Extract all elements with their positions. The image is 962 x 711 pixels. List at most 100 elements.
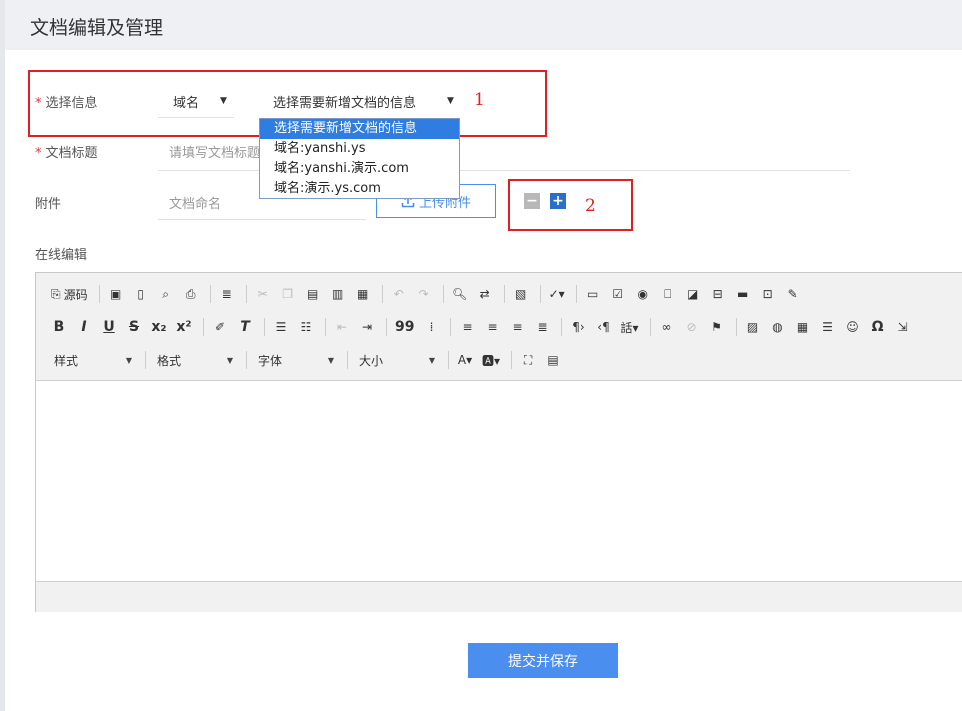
smiley-icon[interactable]: ☺ [842,316,864,338]
size-combo[interactable]: 大小 ▼ [353,349,439,371]
align-left-icon[interactable]: ≡ [456,316,478,338]
styles-combo[interactable]: 样式 ▼ [48,349,136,371]
indent-icon[interactable]: ⇥ [356,316,378,338]
radio-icon[interactable]: ◉ [632,283,654,305]
toolbar-separator [735,318,737,336]
toolbar-separator [448,351,449,369]
toolbar-separator [442,285,444,303]
toolbar-separator [561,318,563,336]
bg-color-icon[interactable]: 🅰▾ [479,349,503,371]
blockquote-button[interactable]: 99 [392,316,417,338]
paste-word-icon[interactable]: ▦ [352,283,374,305]
page-title: 文档编辑及管理 [30,17,164,39]
format-combo[interactable]: 格式 ▼ [151,349,237,371]
table-icon[interactable]: ▦ [792,316,814,338]
bold-button[interactable]: B [48,316,70,338]
flash-icon[interactable]: ◍ [767,316,789,338]
checkbox-icon[interactable]: ☑ [607,283,629,305]
submit-save-button[interactable]: 提交并保存 [468,643,618,678]
div-container-icon[interactable]: ⁞ [420,316,442,338]
superscript-button[interactable]: x² [173,316,195,338]
toolbar-row-2: B I U S x₂ x² ✐ T ☰ ☷ ⇤ ⇥ 99 ⁞ ≡ ≡ ≡ ≣ ¶… [48,314,917,340]
image-icon[interactable]: ▨ [742,316,764,338]
select-field-icon[interactable]: ⊟ [707,283,729,305]
justify-icon[interactable]: ≣ [531,316,553,338]
anchor-flag-icon[interactable]: ⚑ [706,316,728,338]
annotation-number-1: 1 [474,90,485,110]
print-icon[interactable]: ⎙ [180,283,202,305]
image-button-icon[interactable]: ⊡ [757,283,779,305]
unlink-icon[interactable]: ⊘ [681,316,703,338]
find-icon[interactable]: 🔍︎ [449,283,471,305]
link-icon[interactable]: ∞ [656,316,678,338]
toolbar-separator [347,351,348,369]
maximize-icon[interactable]: ⛶ [517,349,539,371]
save-icon[interactable]: ▣ [105,283,127,305]
cut-icon[interactable]: ✂ [252,283,274,305]
attachment-label: 附件 [35,197,62,212]
horizontal-rule-icon[interactable]: ☰ [817,316,839,338]
chevron-down-icon: ▼ [327,355,334,365]
editor-content-area[interactable] [36,381,962,581]
chevron-down-icon: ▼ [125,355,132,365]
toolbar-separator [386,318,387,336]
copy-icon[interactable]: ❐ [277,283,299,305]
bullet-list-icon[interactable]: ☷ [295,316,317,338]
dropdown-option[interactable]: 选择需要新增文档的信息 [260,119,459,139]
page-break-icon[interactable]: ⇲ [892,316,914,338]
button-field-icon[interactable]: ▬ [732,283,754,305]
info-dropdown-list[interactable]: 选择需要新增文档的信息 域名:yanshi.ys 域名:yanshi.演示.co… [259,118,460,199]
toolbar-separator [246,351,247,369]
rich-text-editor: ⎘ 源码 ▣ ▯ ⌕ ⎙ ≣ ✂ ❐ ▤ ▥ ▦ ↶ ↷ 🔍︎ ⇄ ▧ ✓▾ ▭… [35,272,962,612]
language-icon[interactable]: 話▾ [617,316,641,338]
spellcheck-icon[interactable]: ✓▾ [546,283,568,305]
replace-icon[interactable]: ⇄ [474,283,496,305]
remove-format-button[interactable]: T [234,316,256,338]
textfield-icon[interactable]: ⎕ [657,283,679,305]
text-color-icon[interactable]: A▾ [454,349,476,371]
ltr-icon[interactable]: ¶› [567,316,589,338]
editor-toolbar: ⎘ 源码 ▣ ▯ ⌕ ⎙ ≣ ✂ ❐ ▤ ▥ ▦ ↶ ↷ 🔍︎ ⇄ ▧ ✓▾ ▭… [36,273,962,381]
outdent-icon[interactable]: ⇤ [331,316,353,338]
font-combo[interactable]: 字体 ▼ [252,349,338,371]
underline-button[interactable]: U [98,316,120,338]
left-frame-border [0,0,5,711]
align-center-icon[interactable]: ≡ [481,316,503,338]
toolbar-separator [245,285,247,303]
textarea-icon[interactable]: ◪ [682,283,704,305]
template-icon[interactable]: ≣ [216,283,238,305]
source-icon: ⎘ [51,286,61,301]
page-header: 文档编辑及管理 [5,0,962,50]
special-char-button[interactable]: Ω [867,316,889,338]
align-right-icon[interactable]: ≡ [506,316,528,338]
toolbar-separator [209,285,211,303]
show-blocks-icon[interactable]: ▤ [542,349,564,371]
dropdown-option[interactable]: 域名:yanshi.ys [260,139,459,159]
dropdown-option[interactable]: 域名:演示.ys.com [260,179,459,199]
redo-icon[interactable]: ↷ [413,283,435,305]
hidden-field-icon[interactable]: ✎ [782,283,804,305]
form-icon[interactable]: ▭ [582,283,604,305]
dropdown-option[interactable]: 域名:yanshi.演示.com [260,159,459,179]
copy-format-icon[interactable]: ✐ [209,316,231,338]
toolbar-row-3: 样式 ▼ 格式 ▼ 字体 ▼ 大小 ▼ A▾ 🅰▾ ⛶ ▤ [48,347,567,373]
new-page-icon[interactable]: ▯ [130,283,152,305]
subscript-button[interactable]: x₂ [148,316,170,338]
toolbar-row-1: ⎘ 源码 ▣ ▯ ⌕ ⎙ ≣ ✂ ❐ ▤ ▥ ▦ ↶ ↷ 🔍︎ ⇄ ▧ ✓▾ ▭… [48,281,807,307]
chevron-down-icon: ▼ [226,355,233,365]
toolbar-separator [575,285,577,303]
rtl-icon[interactable]: ‹¶ [592,316,614,338]
select-all-icon[interactable]: ▧ [510,283,532,305]
toolbar-separator [381,285,383,303]
paste-text-icon[interactable]: ▥ [327,283,349,305]
online-edit-label: 在线编辑 [35,248,88,263]
strike-button[interactable]: S [123,316,145,338]
toolbar-separator [325,318,326,336]
undo-icon[interactable]: ↶ [388,283,410,305]
toolbar-separator [203,318,204,336]
preview-icon[interactable]: ⌕ [155,283,177,305]
source-button[interactable]: ⎘ 源码 [48,283,91,305]
numbered-list-icon[interactable]: ☰ [270,316,292,338]
paste-icon[interactable]: ▤ [302,283,324,305]
italic-button[interactable]: I [73,316,95,338]
